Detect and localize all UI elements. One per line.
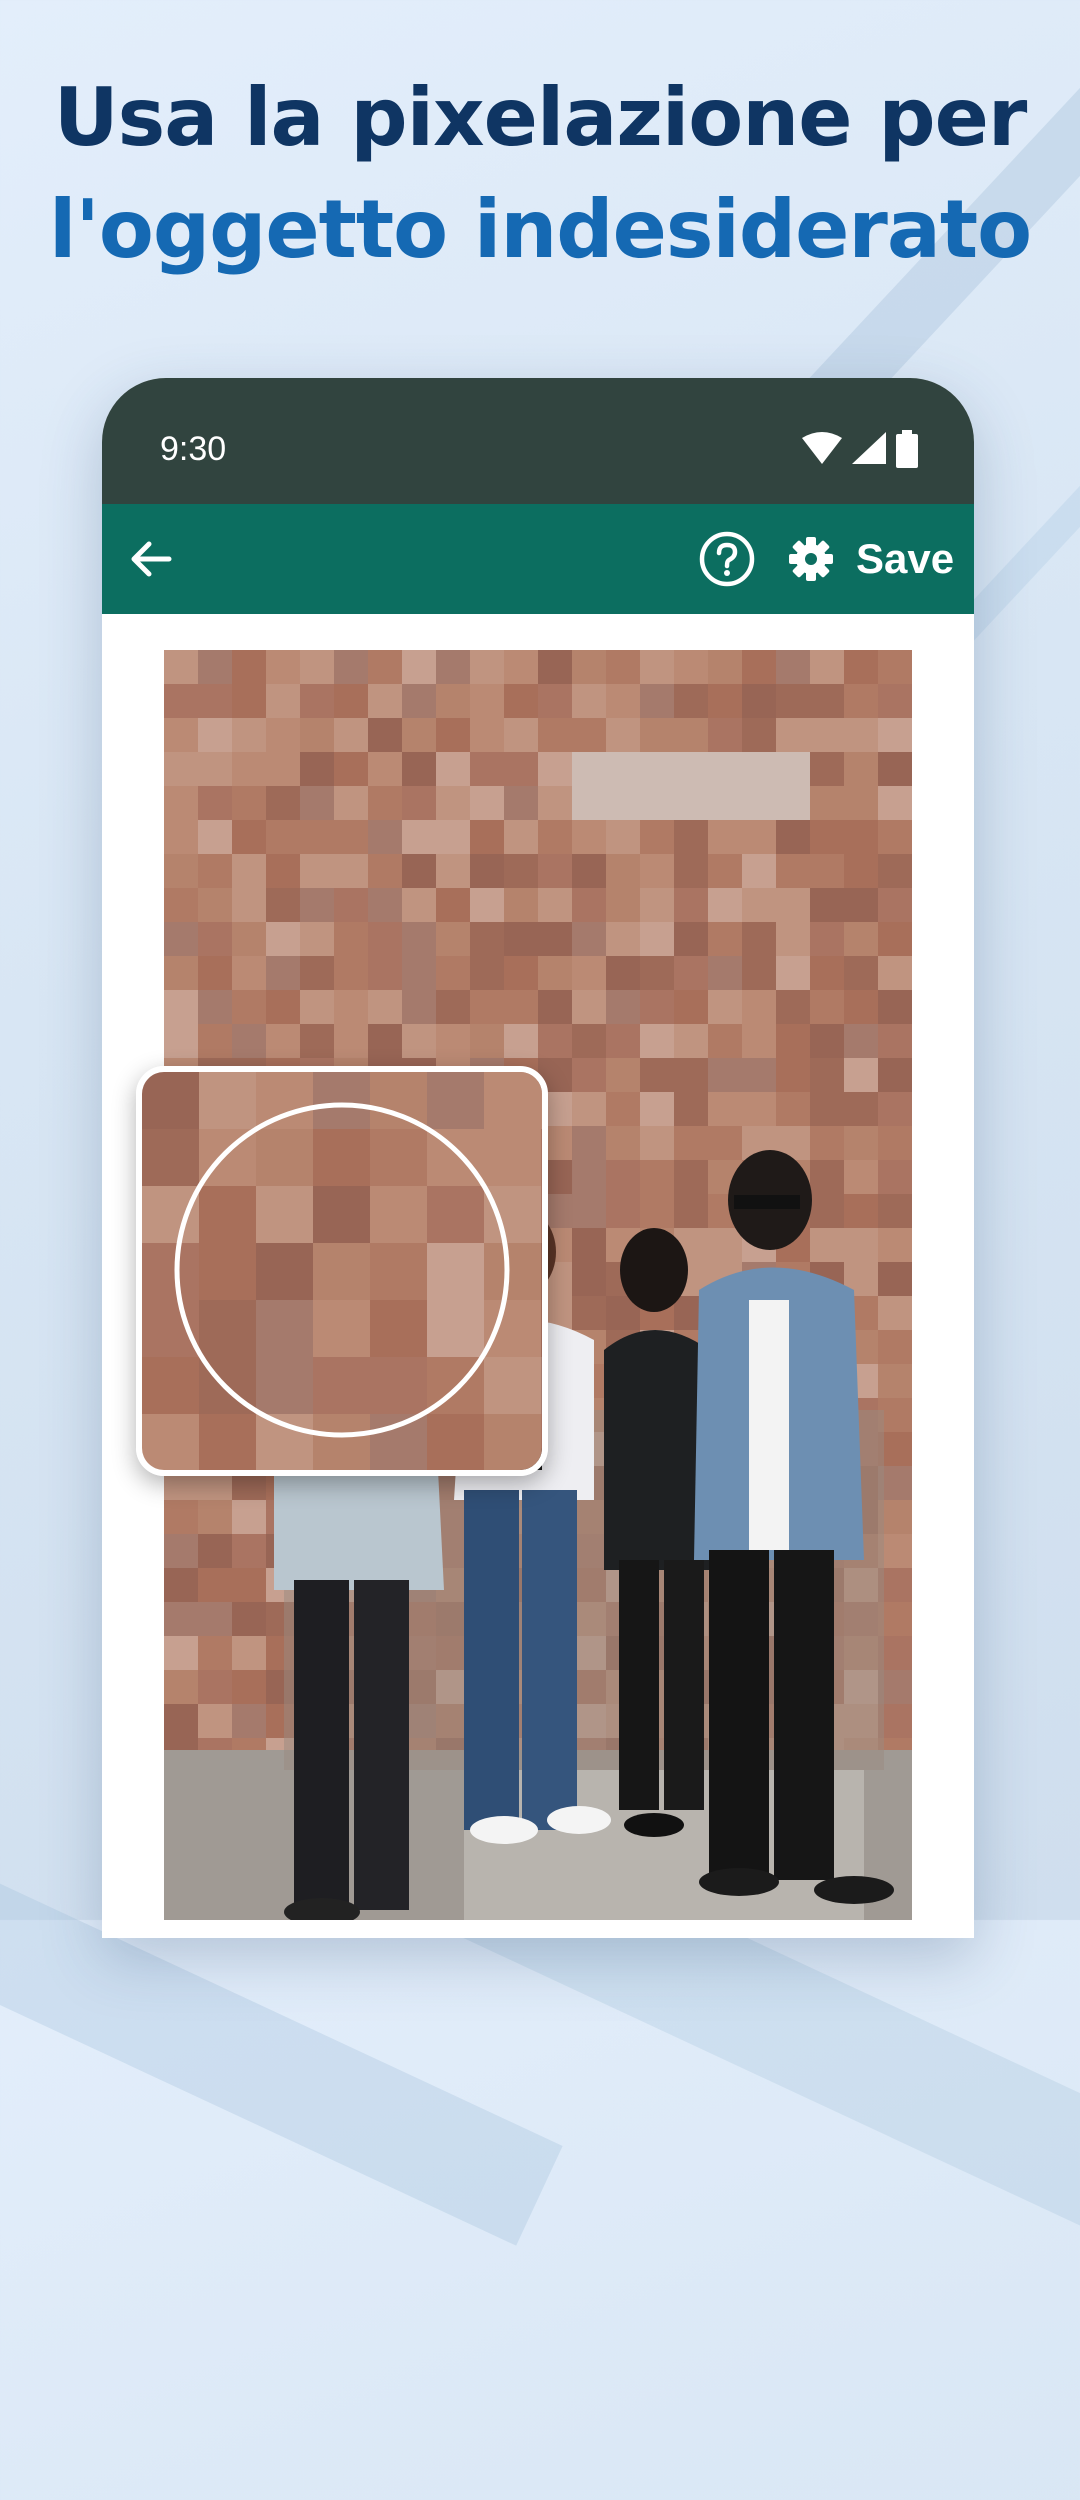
headline-line-2: l'oggetto indesiderato xyxy=(48,183,1032,276)
back-button[interactable] xyxy=(122,530,180,588)
battery-icon xyxy=(896,430,918,468)
status-bar: 9:30 xyxy=(102,378,974,504)
status-icons xyxy=(802,430,918,468)
app-bar: Save xyxy=(102,504,974,614)
promo-headline: Usa la pixelazione per l'oggetto indesid… xyxy=(0,62,1080,286)
arrow-left-icon xyxy=(131,541,172,577)
headline-line-1: Usa la pixelazione per xyxy=(53,71,1028,164)
phone-mockup: 9:30 Save xyxy=(102,378,974,1938)
help-button[interactable] xyxy=(698,530,756,588)
status-time: 9:30 xyxy=(160,430,227,468)
magnifier-loupe[interactable] xyxy=(136,1066,548,1476)
save-button[interactable]: Save xyxy=(856,530,954,588)
wifi-icon xyxy=(802,432,842,464)
gear-icon xyxy=(789,537,833,581)
settings-button[interactable] xyxy=(782,530,840,588)
signal-icon xyxy=(852,432,886,464)
help-circle-icon xyxy=(699,531,755,587)
